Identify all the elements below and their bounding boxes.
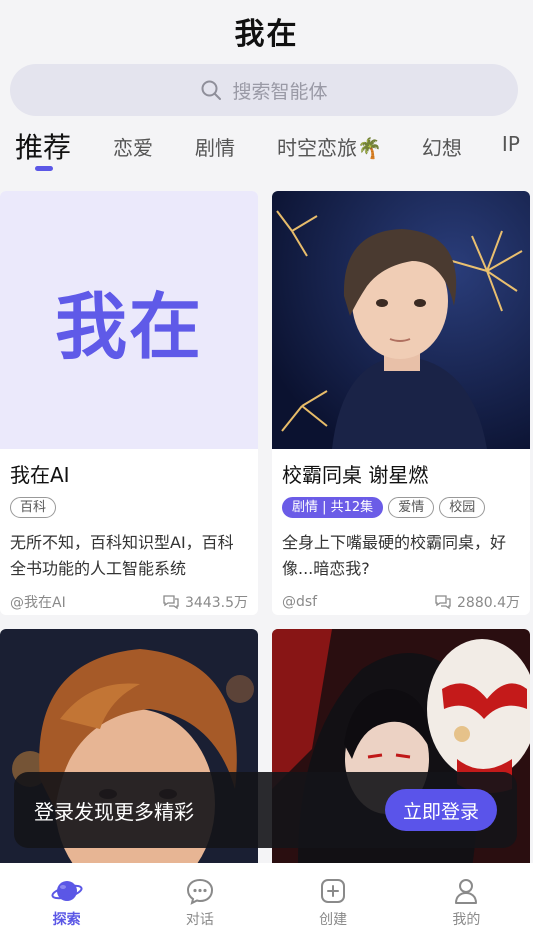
nav-label: 探索 — [52, 912, 81, 928]
login-prompt-text: 登录发现更多精彩 — [34, 799, 194, 824]
card-author: @我在AI — [10, 595, 66, 611]
tab-love[interactable]: 恋爱 — [113, 132, 153, 161]
nav-label: 创建 — [319, 912, 348, 928]
category-tabs: 推荐 恋爱 剧情 时空恋旅🌴 幻想 IP — [0, 116, 533, 186]
nav-create[interactable]: 创建 — [293, 875, 373, 932]
tag-romance: 爱情 — [388, 497, 435, 518]
card-description: 无所不知，百科知识型AI，百科全书功能的人工智能系统 — [10, 533, 234, 578]
app-root: 我在 搜索智能体 推荐 恋爱 剧情 时空恋旅🌴 幻想 IP 我在 我在AI 百科… — [0, 0, 533, 932]
active-tab-indicator — [35, 166, 53, 171]
login-banner: 登录发现更多精彩 立即登录 — [14, 772, 517, 848]
card-author: @dsf — [282, 594, 318, 610]
chat-count-icon — [163, 595, 179, 610]
chat-count-value: 3443.5万 — [185, 595, 248, 611]
chat-count-icon — [435, 595, 451, 610]
nav-profile[interactable]: 我的 — [426, 875, 506, 932]
tab-story[interactable]: 剧情 — [195, 132, 235, 161]
card-footer: @dsf 2880.4万 — [282, 592, 520, 612]
page-title: 我在 — [234, 17, 299, 52]
card-image-character — [272, 191, 530, 449]
card-body: 校霸同桌 谢星燃 剧情 | 共12集 爱情 校园 全身上下嘴最硬的校霸同桌，好像… — [272, 449, 530, 615]
card-title: 我在AI — [10, 463, 70, 487]
planet-icon — [51, 881, 83, 901]
search-placeholder: 搜索智能体 — [232, 80, 328, 103]
search-icon — [200, 79, 222, 101]
nav-chat[interactable]: 对话 — [160, 875, 240, 932]
agent-card-school-bully[interactable]: 校霸同桌 谢星燃 剧情 | 共12集 爱情 校园 全身上下嘴最硬的校霸同桌，好像… — [272, 191, 530, 615]
tab-ip[interactable]: IP — [502, 132, 520, 156]
chat-bubble-icon — [186, 878, 213, 905]
card-chat-count: 2880.4万 — [434, 592, 520, 612]
tag-campus: 校园 — [439, 497, 486, 518]
character-portrait — [272, 191, 530, 449]
tab-time-travel[interactable]: 时空恋旅🌴 — [277, 132, 382, 161]
nav-label: 我的 — [452, 912, 481, 928]
search-input[interactable]: 搜索智能体 — [10, 64, 518, 116]
login-button[interactable]: 立即登录 — [384, 789, 497, 831]
card-footer: @我在AI 3443.5万 — [10, 592, 248, 612]
card-description: 全身上下嘴最硬的校霸同桌，好像...暗恋我? — [282, 533, 507, 578]
user-icon — [455, 879, 478, 904]
card-body: 我在AI 百科 无所不知，百科知识型AI，百科全书功能的人工智能系统 @我在AI… — [0, 449, 258, 615]
bottom-nav: 探索 对话 创建 我的 — [0, 863, 533, 932]
chat-count-value: 2880.4万 — [457, 595, 520, 611]
tag-encyclopedia: 百科 — [10, 497, 57, 518]
card-image-logo: 我在 — [0, 191, 258, 449]
tab-fantasy[interactable]: 幻想 — [422, 132, 462, 161]
card-tags: 剧情 | 共12集 爱情 校园 — [282, 497, 520, 518]
nav-explore[interactable]: 探索 — [27, 875, 107, 932]
tag-story-episodes: 剧情 | 共12集 — [282, 497, 384, 518]
tab-recommend[interactable]: 推荐 — [15, 126, 71, 166]
card-title: 校霸同桌 谢星燃 — [282, 463, 429, 487]
agent-card-woizai[interactable]: 我在 我在AI 百科 无所不知，百科知识型AI，百科全书功能的人工智能系统 @我… — [0, 191, 258, 615]
card-tags: 百科 — [10, 497, 248, 518]
card-chat-count: 3443.5万 — [162, 592, 248, 612]
nav-label: 对话 — [185, 912, 214, 928]
plus-square-icon — [321, 879, 346, 903]
header: 我在 — [0, 0, 533, 62]
logo-text: 我在 — [54, 284, 203, 369]
